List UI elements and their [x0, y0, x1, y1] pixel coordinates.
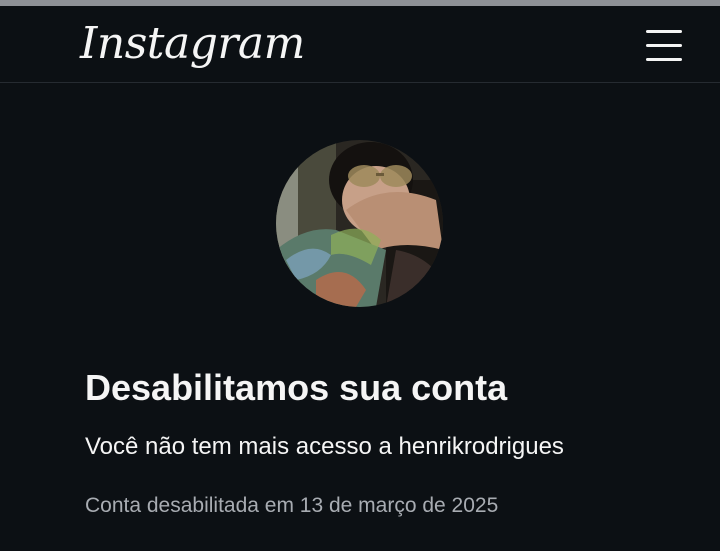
page-title: Desabilitamos sua conta [85, 367, 508, 408]
menu-button[interactable] [640, 26, 688, 66]
hamburger-menu-icon [646, 30, 682, 61]
profile-avatar [276, 140, 443, 307]
instagram-logo[interactable]: Instagram [80, 14, 305, 74]
access-message: Você não tem mais acesso a henrikrodrigu… [85, 433, 564, 460]
app-header: Instagram [0, 6, 720, 83]
disabled-date-text: Conta desabilitada em 13 de março de 202… [85, 494, 499, 517]
profile-photo [276, 140, 443, 307]
